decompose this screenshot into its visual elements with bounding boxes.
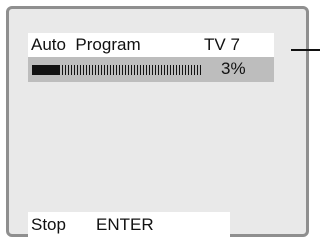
progress-bar — [32, 65, 202, 75]
channel-label: TV 7 — [204, 35, 240, 54]
callout-line — [291, 49, 320, 51]
auto-program-title-bar: Auto Program TV 7 — [28, 33, 274, 57]
progress-row: 3% — [28, 57, 274, 82]
enter-button-label[interactable]: ENTER — [96, 214, 154, 236]
stop-label: Stop — [31, 215, 66, 234]
auto-program-label: Auto Program — [31, 35, 141, 54]
footer-bar: Stop ENTER — [28, 212, 230, 237]
progress-percent: 3% — [221, 59, 246, 78]
progress-fill — [32, 65, 60, 75]
